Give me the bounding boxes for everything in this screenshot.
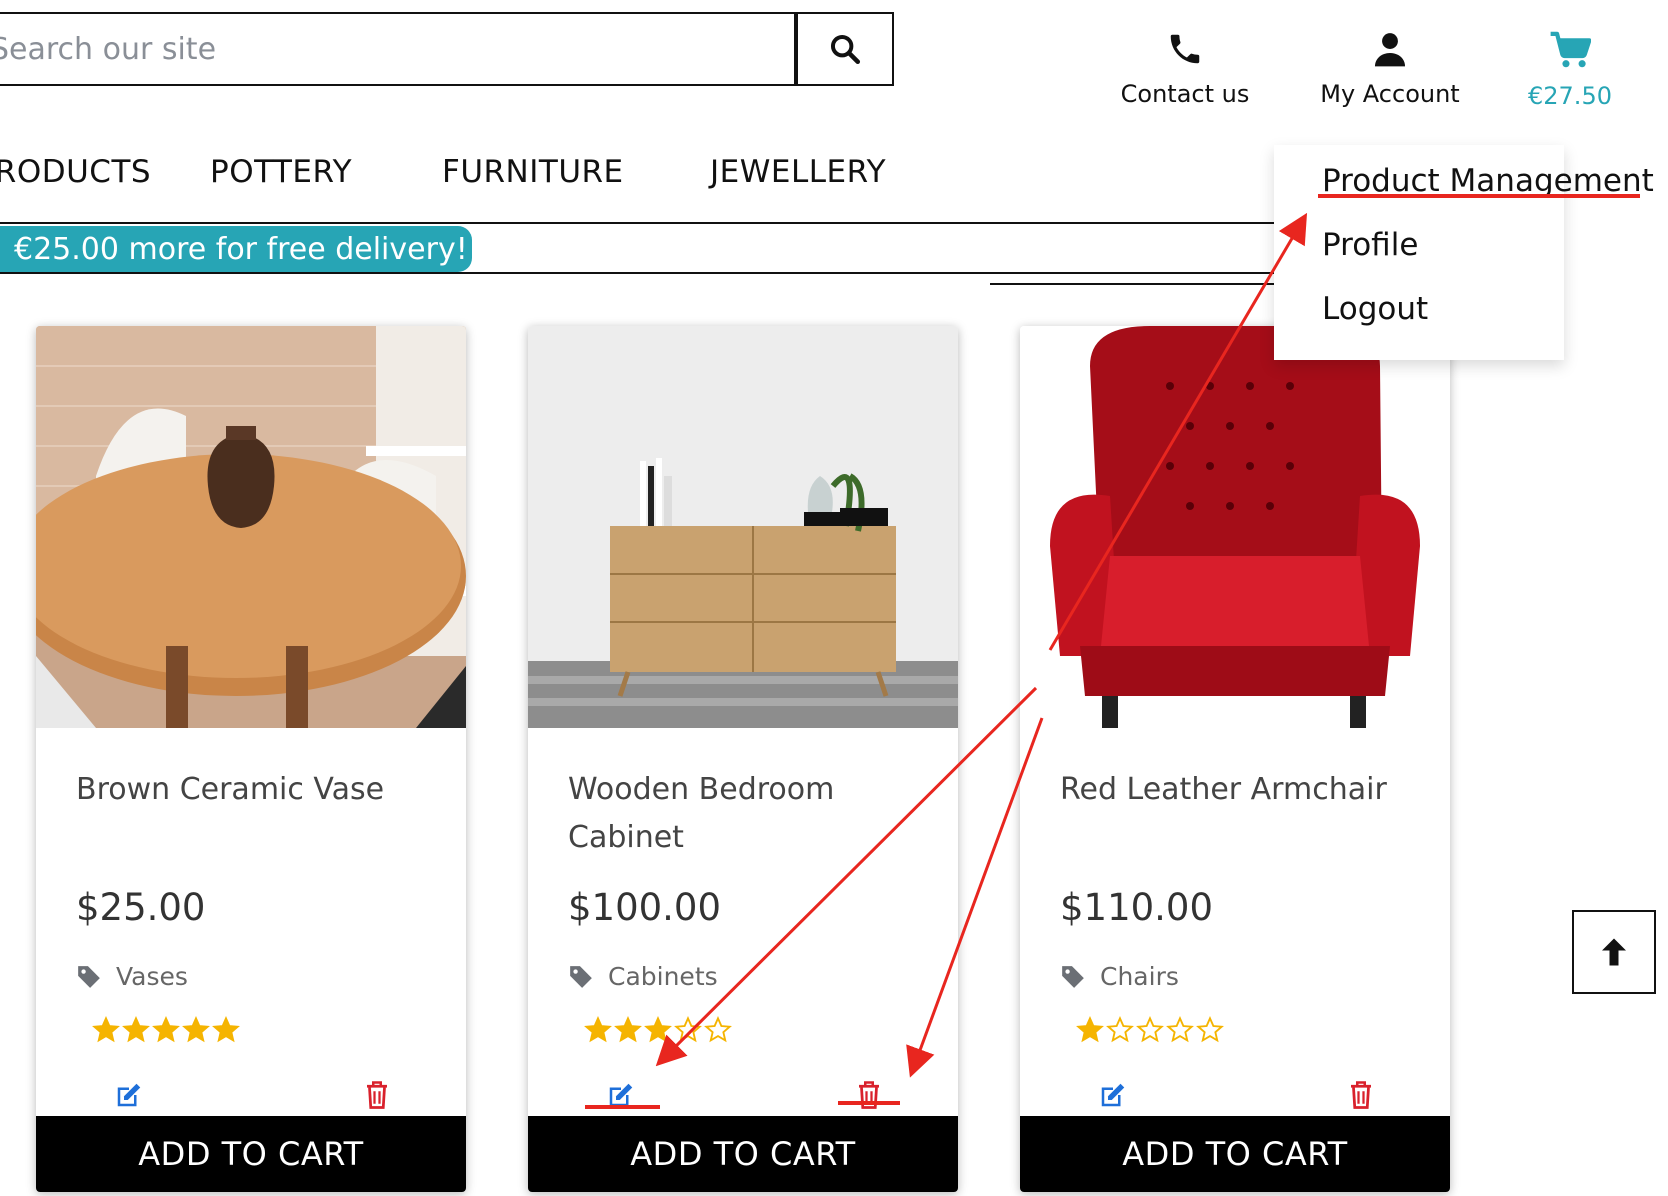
back-to-top-button[interactable] <box>1572 910 1656 994</box>
nav-divider-bottom <box>0 272 1274 274</box>
edit-icon <box>1101 1083 1125 1107</box>
divider <box>990 283 1274 285</box>
arrow-up-icon <box>1602 938 1626 966</box>
product-category-label: Cabinets <box>608 962 718 991</box>
free-delivery-text: €25.00 more for free delivery! <box>14 231 468 267</box>
delete-product-button[interactable] <box>1344 1078 1378 1112</box>
rating-stars <box>92 1016 240 1044</box>
star-empty-icon <box>1106 1016 1134 1043</box>
star-filled-icon <box>122 1016 150 1043</box>
edit-icon <box>117 1083 141 1107</box>
search-box <box>0 12 796 86</box>
product-price: $25.00 <box>76 886 206 929</box>
product-title[interactable]: Brown Ceramic Vase <box>76 766 436 814</box>
product-image[interactable] <box>528 326 958 728</box>
shopping-cart-icon <box>1550 31 1591 68</box>
star-filled-icon <box>1076 1016 1104 1043</box>
my-account-label: My Account <box>1320 80 1460 108</box>
star-empty-icon <box>704 1016 732 1043</box>
edit-product-button[interactable] <box>604 1078 638 1112</box>
star-filled-icon <box>644 1016 672 1043</box>
star-filled-icon <box>152 1016 180 1043</box>
product-category[interactable]: Cabinets <box>568 962 718 991</box>
star-filled-icon <box>182 1016 210 1043</box>
trash-icon <box>367 1081 387 1109</box>
product-category-label: Chairs <box>1100 962 1179 991</box>
product-title[interactable]: Red Leather Armchair <box>1060 766 1420 814</box>
product-title[interactable]: Wooden Bedroom Cabinet <box>568 766 928 862</box>
user-icon <box>1374 33 1406 67</box>
trash-icon <box>859 1081 879 1109</box>
nav-all-products[interactable]: ALL PRODUCTS <box>0 154 151 190</box>
tag-icon <box>1062 965 1084 988</box>
star-filled-icon <box>614 1016 642 1043</box>
search-button[interactable] <box>796 12 894 86</box>
phone-icon <box>1170 34 1200 64</box>
product-card: Red Leather Armchair $110.00 Chairs ADD … <box>1020 326 1450 1192</box>
search-input[interactable] <box>0 14 796 84</box>
nav-divider-top <box>0 222 1274 224</box>
edit-product-button[interactable] <box>112 1078 146 1112</box>
star-empty-icon <box>674 1016 702 1043</box>
cart-total: €27.50 <box>1528 82 1612 110</box>
product-category[interactable]: Chairs <box>1060 962 1179 991</box>
main-nav: ALL PRODUCTS POTTERY FURNITURE JEWELLERY <box>0 150 1274 200</box>
product-image[interactable] <box>1020 326 1450 728</box>
nav-furniture[interactable]: FURNITURE <box>442 154 624 190</box>
add-to-cart-button[interactable]: ADD TO CART <box>528 1116 958 1192</box>
delete-product-button[interactable] <box>360 1078 394 1112</box>
cart-link[interactable]: €27.50 <box>1510 30 1630 110</box>
rating-stars <box>1076 1016 1224 1044</box>
product-card: Brown Ceramic Vase $25.00 Vases ADD TO C… <box>36 326 466 1192</box>
product-card: Wooden Bedroom Cabinet $100.00 Cabinets … <box>528 326 958 1192</box>
edit-product-button[interactable] <box>1096 1078 1130 1112</box>
account-dropdown: Product Management Profile Logout <box>1274 145 1654 360</box>
add-to-cart-button[interactable]: ADD TO CART <box>1020 1116 1450 1192</box>
my-account-link[interactable]: My Account <box>1310 30 1470 108</box>
add-to-cart-button[interactable]: ADD TO CART <box>36 1116 466 1192</box>
contact-us-link[interactable]: Contact us <box>1110 30 1260 108</box>
product-price: $100.00 <box>568 886 722 929</box>
star-filled-icon <box>584 1016 612 1043</box>
delete-product-button[interactable] <box>852 1078 886 1112</box>
product-category-label: Vases <box>116 962 188 991</box>
star-empty-icon <box>1166 1016 1194 1043</box>
trash-icon <box>1351 1081 1371 1109</box>
star-filled-icon <box>212 1016 240 1043</box>
star-empty-icon <box>1136 1016 1164 1043</box>
star-filled-icon <box>92 1016 120 1043</box>
star-empty-icon <box>1196 1016 1224 1043</box>
rating-stars <box>584 1016 732 1044</box>
menu-item-profile[interactable]: Profile <box>1322 227 1418 263</box>
tag-icon <box>78 965 100 988</box>
product-price: $110.00 <box>1060 886 1214 929</box>
free-delivery-banner: €25.00 more for free delivery! <box>0 226 472 272</box>
edit-icon <box>609 1083 633 1107</box>
contact-us-label: Contact us <box>1120 80 1250 108</box>
nav-jewellery[interactable]: JEWELLERY <box>710 154 886 190</box>
menu-item-product-management[interactable]: Product Management <box>1322 163 1654 199</box>
menu-item-logout[interactable]: Logout <box>1322 291 1428 327</box>
product-category[interactable]: Vases <box>76 962 188 991</box>
product-image[interactable] <box>36 326 466 728</box>
tag-icon <box>570 965 592 988</box>
nav-pottery[interactable]: POTTERY <box>210 154 352 190</box>
search-icon <box>830 34 861 65</box>
